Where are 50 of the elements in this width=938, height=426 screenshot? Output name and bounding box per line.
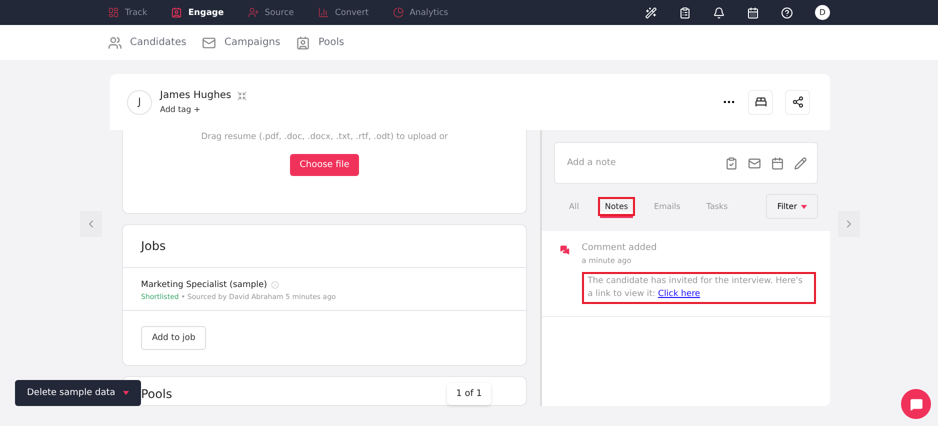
delete-sample-data-button[interactable]: Delete sample data (15, 380, 142, 406)
sub-nav-link[interactable]: Pools (296, 36, 344, 50)
filter-button[interactable]: Filter (766, 194, 818, 219)
upload-hint: Drag resume (.pdf, .doc, .docx, .txt, .rtf, .odt) to upload or (201, 132, 448, 142)
nav-tab[interactable]: Track (108, 7, 148, 18)
pencil-icon[interactable] (794, 156, 807, 170)
sub-nav-link[interactable]: Candidates (108, 36, 186, 50)
notifications-icon[interactable] (713, 6, 725, 18)
envelope-icon[interactable] (748, 156, 761, 170)
envelope-icon (202, 36, 216, 50)
bed-icon-button[interactable] (748, 90, 773, 114)
nav-tab[interactable]: Engage (171, 7, 224, 18)
clipboard-icon[interactable] (725, 156, 738, 170)
add-to-job-button[interactable]: Add to job (141, 326, 206, 350)
people-icon (108, 36, 122, 50)
feed-tab[interactable]: All (562, 197, 586, 216)
pools-title: Pools (141, 387, 172, 401)
nav-icon (318, 7, 329, 18)
add-tag-link[interactable]: Add tag + (160, 105, 248, 114)
nav-icon (171, 7, 182, 18)
jobs-title: Jobs (141, 239, 166, 253)
job-title[interactable]: Marketing Specialist (sample) (141, 280, 268, 290)
candidate-avatar: J (127, 90, 152, 114)
sub-nav-link[interactable]: Campaigns (202, 36, 280, 50)
comment-text: The candidate has invited for the interview. Here's a link to view it: Click here (582, 272, 816, 304)
feed-tab[interactable]: Emails (647, 197, 688, 216)
bed-icon (754, 96, 766, 108)
choose-file-button[interactable]: Choose file (290, 154, 360, 176)
click-here-link[interactable]: Click here (658, 289, 700, 299)
feed-tab[interactable]: Tasks (699, 197, 735, 216)
share-icon (792, 96, 804, 108)
nav-tab[interactable]: Source (248, 7, 294, 18)
nav-icon (248, 7, 259, 18)
feed-tab[interactable]: Notes (598, 197, 636, 216)
user-avatar[interactable]: D (815, 5, 830, 20)
chat-icon (910, 398, 922, 410)
share-button[interactable] (785, 90, 810, 114)
nav-tab[interactable]: Convert (318, 7, 369, 18)
feed-title: Comment added (582, 243, 658, 253)
chat-button[interactable] (901, 389, 931, 419)
nav-tab[interactable]: Analytics (392, 7, 448, 18)
collapse-icon[interactable] (237, 90, 248, 100)
pager: 1 of 1 (447, 383, 491, 405)
candidate-name: James Hughes (160, 90, 232, 101)
nav-icon (392, 7, 404, 18)
help-icon[interactable] (781, 6, 793, 18)
id-card-icon (296, 36, 310, 50)
comments-icon (560, 243, 570, 257)
magic-wand-icon[interactable] (645, 6, 657, 18)
nav-icon (108, 7, 119, 18)
